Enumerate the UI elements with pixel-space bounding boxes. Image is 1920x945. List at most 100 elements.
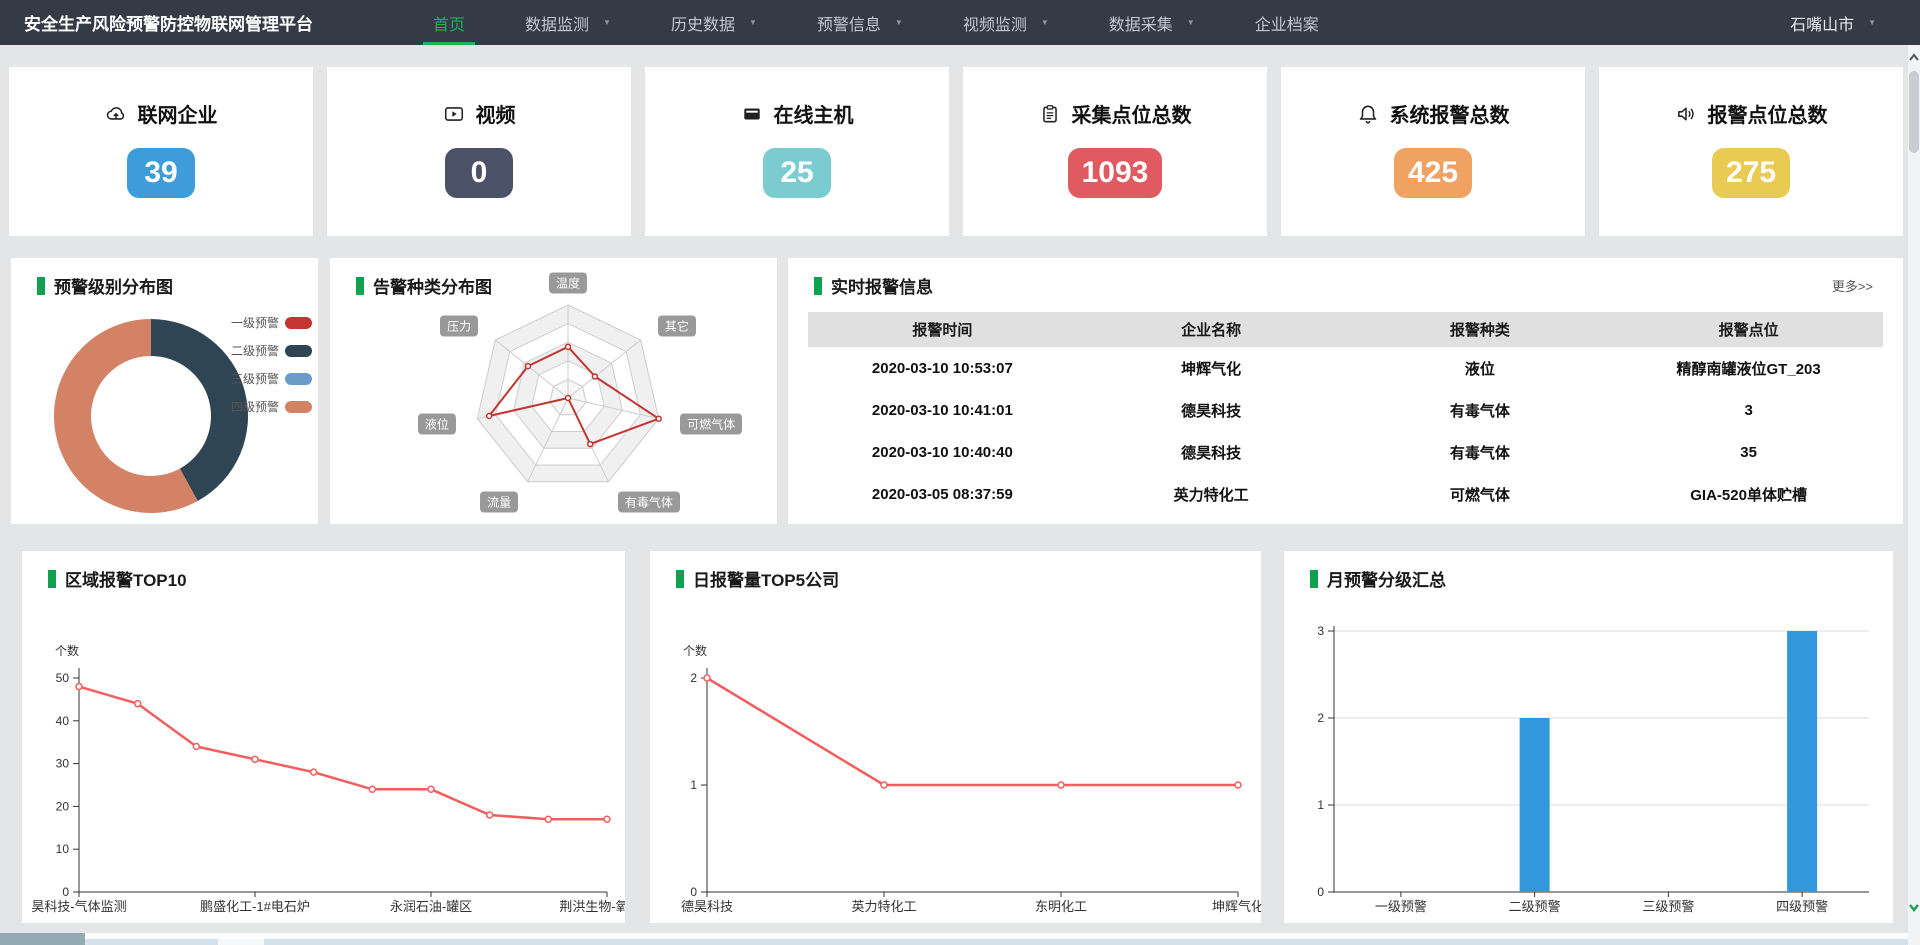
nav-item-1[interactable]: 首页 bbox=[423, 0, 475, 45]
table-row: 2020-03-10 10:53:07坤辉气化液位精醇南罐液位GT_203 bbox=[808, 347, 1883, 389]
stat-card-3: 在线主机 25 bbox=[645, 67, 949, 236]
monthly-warning-bar-chart: 0123一级预警二级预警三级预警四级预警 bbox=[1284, 551, 1893, 923]
panel-title: 区域报警TOP10 bbox=[48, 566, 187, 591]
title-bar-icon bbox=[48, 570, 56, 588]
table-cell: 2020-03-10 10:40:40 bbox=[808, 431, 1077, 473]
panel-title: 月预警分级汇总 bbox=[1310, 566, 1446, 591]
dashboard-page: 安全生产风险预警防控物联网管理平台 首页 数据监测▼ 历史数据▼ 预警信息 ▼ 视频监测▼… bbox=[0, 0, 1920, 945]
legend-item: 二级预警 bbox=[231, 342, 312, 359]
panel-realtime-alarms: 实时报警信息 更多>> 报警时间企业名称报警种类报警点位 2020-03-10 … bbox=[788, 258, 1903, 524]
table-row: 2020-03-10 10:40:40德昊科技有毒气体35 bbox=[808, 431, 1883, 473]
panel-title-text: 告警种类分布图 bbox=[373, 273, 492, 298]
stat-card-label: 系统报警总数 bbox=[1390, 99, 1510, 128]
svg-text:个数: 个数 bbox=[55, 643, 79, 658]
scroll-up-icon[interactable] bbox=[1908, 51, 1920, 63]
monitor-icon bbox=[741, 103, 763, 125]
app-title: 安全生产风险预警防控物联网管理平台 bbox=[24, 10, 313, 35]
stat-value-badge: 0 bbox=[445, 148, 513, 198]
title-bar-icon bbox=[356, 277, 364, 295]
stat-value-badge: 25 bbox=[763, 148, 831, 198]
svg-text:30: 30 bbox=[56, 757, 70, 771]
svg-text:2: 2 bbox=[1317, 711, 1324, 725]
table-cell: 3 bbox=[1614, 389, 1883, 431]
stat-card-header: 采集点位总数 bbox=[1039, 99, 1192, 128]
legend-label: 三级预警 bbox=[231, 370, 279, 387]
nav-item-3[interactable]: 历史数据▼ bbox=[661, 0, 767, 45]
vertical-scrollbar[interactable] bbox=[1908, 45, 1920, 945]
svg-text:东明化工: 东明化工 bbox=[1035, 899, 1087, 914]
nav-menu: 首页 数据监测▼ 历史数据▼ 预警信息 ▼ 视频监测▼ 数据采集 ▼ 企业档案 bbox=[423, 0, 1369, 45]
hscroll-thumb[interactable] bbox=[218, 939, 264, 945]
svg-text:个数: 个数 bbox=[683, 643, 707, 658]
legend-item: 四级预警 bbox=[231, 398, 312, 415]
title-bar-icon bbox=[37, 277, 45, 295]
chevron-down-icon: ▼ bbox=[895, 18, 903, 27]
svg-text:20: 20 bbox=[56, 799, 70, 813]
table-cell: 2020-03-10 10:53:07 bbox=[808, 347, 1077, 389]
svg-text:德昊科技: 德昊科技 bbox=[681, 899, 733, 914]
region-selector[interactable]: 石嘴山市 ▼ bbox=[1790, 11, 1876, 35]
radar-axis-label: 温度 bbox=[549, 273, 587, 294]
svg-text:0: 0 bbox=[1317, 885, 1324, 899]
horizontal-scrollbar[interactable] bbox=[0, 933, 1908, 945]
chevron-down-icon: ▼ bbox=[1187, 18, 1195, 27]
scroll-down-icon[interactable] bbox=[1908, 901, 1920, 913]
svg-text:昊科技-气体监测: 昊科技-气体监测 bbox=[31, 899, 126, 914]
svg-text:2: 2 bbox=[690, 671, 697, 685]
legend-label: 四级预警 bbox=[231, 398, 279, 415]
nav-item-5[interactable]: 视频监测▼ bbox=[953, 0, 1059, 45]
stat-card-header: 系统报警总数 bbox=[1357, 99, 1510, 128]
stat-value-badge: 1093 bbox=[1068, 148, 1163, 198]
svg-text:三级预警: 三级预警 bbox=[1642, 899, 1694, 914]
cloud-icon bbox=[105, 103, 127, 125]
stat-card-label: 采集点位总数 bbox=[1072, 99, 1192, 128]
stat-card-label: 联网企业 bbox=[138, 99, 218, 128]
column-header: 报警点位 bbox=[1614, 312, 1883, 347]
svg-text:荆洪生物-氧化反: 荆洪生物-氧化反 bbox=[559, 899, 625, 914]
stat-card-header: 联网企业 bbox=[105, 99, 218, 128]
svg-text:英力特化工: 英力特化工 bbox=[851, 899, 916, 914]
svg-text:40: 40 bbox=[56, 714, 70, 728]
panel-title: 日报警量TOP5公司 bbox=[676, 566, 839, 591]
table-cell: 有毒气体 bbox=[1346, 389, 1615, 431]
column-header: 报警时间 bbox=[808, 312, 1077, 347]
stat-card-label: 在线主机 bbox=[774, 99, 854, 128]
svg-text:50: 50 bbox=[56, 671, 70, 685]
svg-text:3: 3 bbox=[1317, 624, 1324, 638]
nav-item-label: 首页 bbox=[433, 11, 465, 35]
nav-item-7[interactable]: 企业档案 bbox=[1245, 0, 1329, 45]
panel-title-text: 预警级别分布图 bbox=[54, 273, 173, 298]
nav-item-label: 数据采集 bbox=[1109, 11, 1173, 35]
donut-legend: 一级预警二级预警三级预警四级预警 bbox=[231, 314, 312, 426]
stat-card-label: 报警点位总数 bbox=[1708, 99, 1828, 128]
nav-item-label: 预警信息 bbox=[817, 11, 881, 35]
svg-text:0: 0 bbox=[62, 885, 69, 899]
column-header: 报警种类 bbox=[1346, 312, 1615, 347]
table-row: 2020-03-10 10:41:01德昊科技有毒气体3 bbox=[808, 389, 1883, 431]
radar-axis-label: 流量 bbox=[480, 491, 518, 512]
table-cell: 坤辉气化 bbox=[1077, 347, 1346, 389]
table-cell: 精醇南罐液位GT_203 bbox=[1614, 347, 1883, 389]
table-cell: 可燃气体 bbox=[1346, 473, 1615, 515]
panel-title-text: 日报警量TOP5公司 bbox=[693, 566, 839, 591]
bell-icon bbox=[1357, 103, 1379, 125]
chevron-down-icon: ▼ bbox=[603, 18, 611, 27]
title-bar-icon bbox=[1310, 570, 1318, 588]
more-link[interactable]: 更多>> bbox=[1832, 276, 1873, 295]
clipboard-icon bbox=[1039, 103, 1061, 125]
stat-card-header: 在线主机 bbox=[741, 99, 854, 128]
panel-warning-level-distribution: 预警级别分布图 一级预警二级预警三级预警四级预警 bbox=[11, 258, 318, 524]
table-cell: GIA-520单体贮槽 bbox=[1614, 473, 1883, 515]
radar-axis-label: 液位 bbox=[418, 413, 456, 434]
panel-title: 告警种类分布图 bbox=[356, 273, 492, 298]
nav-item-4[interactable]: 预警信息 ▼ bbox=[807, 0, 913, 45]
svg-text:二级预警: 二级预警 bbox=[1509, 899, 1561, 914]
panel-title: 预警级别分布图 bbox=[37, 273, 173, 298]
nav-item-6[interactable]: 数据采集 ▼ bbox=[1099, 0, 1205, 45]
panel-daily-alarm-top5: 日报警量TOP5公司 个数012德昊科技英力特化工东明化工坤辉气化 bbox=[650, 551, 1261, 923]
legend-item: 一级预警 bbox=[231, 314, 312, 331]
legend-item: 三级预警 bbox=[231, 370, 312, 387]
nav-item-2[interactable]: 数据监测▼ bbox=[515, 0, 621, 45]
scrollbar-thumb[interactable] bbox=[1909, 71, 1919, 153]
title-bar-icon bbox=[814, 277, 822, 295]
